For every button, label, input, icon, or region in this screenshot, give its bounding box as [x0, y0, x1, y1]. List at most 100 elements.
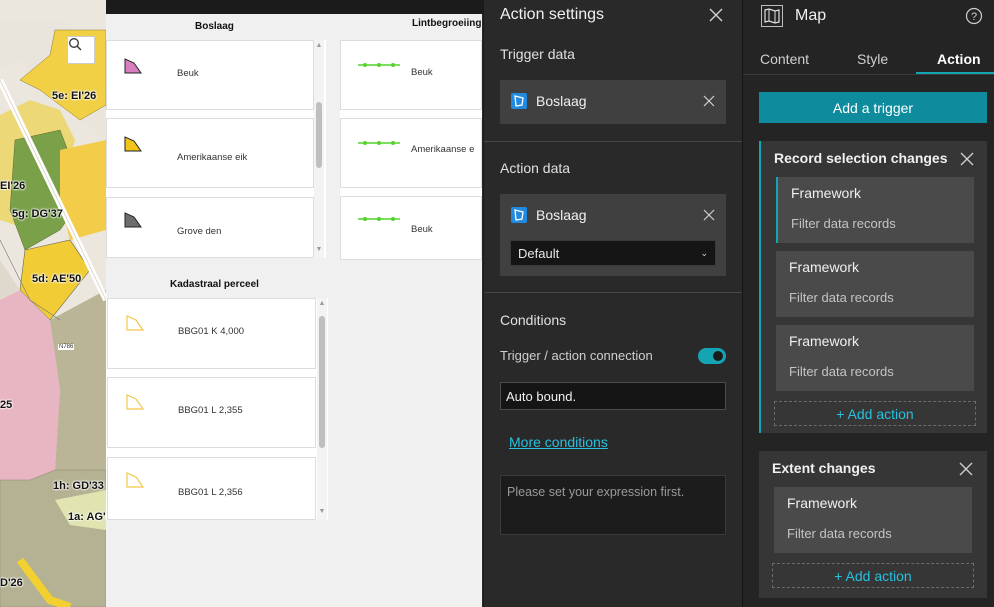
action-data-source[interactable]: Boslaag Default ⌄ [500, 194, 726, 276]
connection-label: Trigger / action connection [500, 348, 653, 363]
data-source-name: Boslaag [536, 93, 587, 109]
trigger-card[interactable]: Extent changes Framework Filter data rec… [759, 451, 987, 598]
scroll-down-icon[interactable]: ▼ [318, 508, 326, 516]
scrollbar[interactable]: ▲ ▼ [317, 298, 327, 520]
list-item[interactable]: Amerikaanse eik [106, 118, 314, 188]
tab-style[interactable]: Style [857, 51, 888, 67]
map-parcel-label: 5d: AE'50 [32, 273, 82, 285]
divider [484, 141, 742, 142]
action-card[interactable]: Framework Filter data records [774, 487, 972, 553]
map-settings-panel: Map ? Content Style Action Add a trigger… [742, 0, 994, 607]
search-button[interactable] [67, 36, 95, 64]
remove-icon[interactable] [703, 95, 715, 107]
polygon-symbol-icon [124, 136, 142, 152]
scroll-up-icon[interactable]: ▲ [315, 42, 323, 50]
lint-list[interactable]: Beuk Amerikaanse e Beuk [340, 40, 482, 260]
chevron-down-icon: ⌄ [700, 248, 708, 258]
list-item-label: Amerikaanse e [411, 144, 475, 155]
action-data-label: Action data [500, 160, 571, 176]
list-item-label: Beuk [177, 68, 199, 79]
map-parcel-label: 1a: AG'0 [68, 511, 106, 523]
connection-toggle[interactable] [698, 348, 726, 364]
more-conditions-link[interactable]: More conditions [509, 434, 608, 450]
polygon-symbol-icon [124, 212, 142, 228]
help-icon[interactable]: ? [965, 7, 983, 25]
scrollbar[interactable]: ▲ ▼ [314, 40, 324, 258]
list-item-label: BBG01 L 2,355 [178, 405, 243, 416]
panel-title: Action settings [500, 6, 605, 23]
map-parcel-label: EI'26 [0, 180, 26, 192]
list-item[interactable]: Beuk [106, 40, 314, 110]
map-icon [761, 5, 783, 27]
list-item[interactable]: BBG01 L 2,355 [107, 377, 316, 448]
map-parcel-label: 5e: EI'26 [52, 90, 97, 102]
line-symbol-icon [358, 217, 400, 221]
add-action-button[interactable]: + Add action [772, 563, 974, 588]
trigger-data-source[interactable]: Boslaag [500, 80, 726, 124]
action-target: Framework [791, 185, 862, 201]
tab-action[interactable]: Action [937, 51, 981, 67]
add-action-button[interactable]: + Add action [774, 401, 976, 426]
list-item[interactable]: Grove den [106, 197, 314, 258]
action-target: Framework [789, 259, 860, 275]
list-item-label: BBG01 K 4,000 [178, 326, 245, 337]
expression-field[interactable]: Please set your expression first. [500, 475, 726, 535]
close-icon[interactable] [959, 462, 973, 476]
trigger-card[interactable]: Record selection changes Framework Filte… [759, 141, 987, 433]
map-canvas[interactable]: 5e: EI'26 EI'26 5g: DG'37 5d: AE'50 25 1… [0, 0, 106, 607]
boslaag-title: Boslaag [195, 21, 234, 32]
list-item[interactable]: Beuk [340, 40, 482, 110]
list-item-label: BBG01 L 2,356 [178, 487, 243, 498]
divider [743, 74, 994, 75]
kadastraal-list[interactable]: BBG01 K 4,000 BBG01 L 2,355 BBG01 L 2,35… [106, 298, 328, 520]
list-item-label: Beuk [411, 67, 433, 78]
list-item-label: Grove den [177, 226, 222, 237]
list-item[interactable]: BBG01 K 4,000 [107, 298, 316, 369]
svg-text:?: ? [971, 11, 977, 23]
action-card[interactable]: Framework Filter data records [776, 325, 974, 391]
remove-icon[interactable] [703, 209, 715, 221]
add-trigger-button[interactable]: Add a trigger [759, 92, 987, 123]
kadastraal-title: Kadastraal perceel [170, 279, 259, 290]
list-item-label: Amerikaanse eik [177, 152, 248, 163]
scroll-up-icon[interactable]: ▲ [318, 300, 326, 308]
panel-title: Map [795, 7, 827, 24]
map-parcel-label: D'26 [0, 577, 23, 589]
action-card[interactable]: Framework Filter data records [776, 177, 974, 243]
polygon-symbol-icon [126, 472, 144, 488]
action-target: Framework [787, 495, 858, 511]
scroll-down-icon[interactable]: ▼ [315, 246, 323, 254]
map-parcel-label: 25 [0, 399, 13, 411]
action-type: Filter data records [791, 216, 896, 231]
auto-bound-field[interactable]: Auto bound. [500, 382, 726, 410]
tab-content[interactable]: Content [760, 51, 809, 67]
legend-area: Boslaag Beuk Amerikaanse eik Grove den ▲… [106, 14, 482, 607]
conditions-label: Conditions [500, 312, 567, 328]
close-icon[interactable] [708, 7, 724, 23]
scrollbar-thumb[interactable] [316, 102, 322, 168]
list-item[interactable]: Amerikaanse e [340, 118, 482, 188]
boslaag-list[interactable]: Beuk Amerikaanse eik Grove den ▲ ▼ [106, 40, 326, 258]
trigger-data-label: Trigger data [500, 46, 575, 62]
feature-layer-icon [511, 207, 527, 223]
scrollbar-thumb[interactable] [319, 316, 325, 448]
action-type: Filter data records [787, 526, 892, 541]
search-icon [69, 38, 82, 51]
trigger-title: Record selection changes [774, 150, 948, 166]
data-source-name: Boslaag [536, 207, 587, 223]
action-card[interactable]: Framework Filter data records [776, 251, 974, 317]
divider [484, 292, 742, 293]
list-item-label: Beuk [411, 224, 433, 235]
list-item[interactable]: BBG01 L 2,356 [107, 457, 316, 520]
trigger-title: Extent changes [772, 460, 876, 476]
view-select-value: Default [518, 246, 560, 261]
action-settings-panel: Action settings Trigger data Boslaag Act… [483, 0, 742, 607]
action-type: Filter data records [789, 364, 894, 379]
line-symbol-icon [358, 63, 400, 67]
close-icon[interactable] [960, 152, 974, 166]
view-select[interactable]: Default ⌄ [510, 240, 716, 266]
polygon-symbol-icon [126, 315, 144, 331]
lint-title: Lintbegroeiing [412, 18, 482, 29]
list-item[interactable]: Beuk [340, 196, 482, 260]
map-parcel-label: 5g: DG'37 [12, 208, 63, 220]
